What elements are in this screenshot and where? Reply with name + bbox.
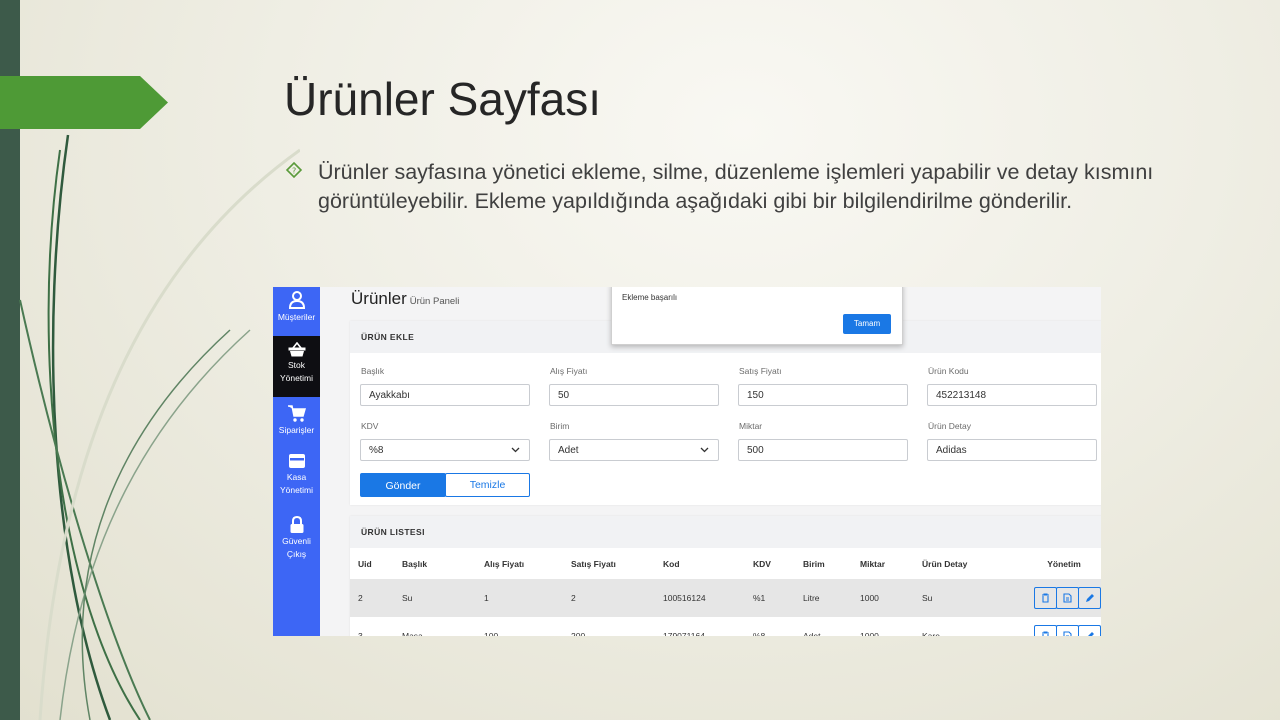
- trash-icon: [1042, 593, 1049, 603]
- table-cell: 2: [350, 579, 394, 617]
- delete-button[interactable]: [1034, 625, 1057, 636]
- unit-select-value: Adet: [558, 445, 579, 456]
- column-header: Uid: [358, 558, 372, 569]
- cart-icon: [287, 405, 306, 422]
- field-label-urun-kodu: Ürün Kodu: [928, 366, 969, 376]
- sidebar-item-stok-yonetimi[interactable]: Stok Yönetimi: [273, 336, 320, 397]
- table-cell: %8: [745, 617, 795, 636]
- unit-select[interactable]: Adet: [549, 439, 719, 461]
- sidebar-item-siparisler[interactable]: Siparişler: [273, 405, 320, 445]
- table-row: 3 Masa 100 200 179071164 %8 Adet 1000 Ka…: [350, 617, 1101, 636]
- purchase-price-input[interactable]: 50: [549, 384, 719, 406]
- slide-arrow-shape: [0, 76, 168, 129]
- column-header: Başlık: [402, 558, 428, 569]
- row-actions: [1018, 617, 1101, 636]
- table-cell: 3: [350, 617, 394, 636]
- column-header: Alış Fiyatı: [484, 558, 525, 569]
- column-header: Ürün Detay: [922, 558, 968, 569]
- sidebar-item-musteriler[interactable]: Müşteriler: [273, 291, 320, 335]
- detail-button[interactable]: [1056, 625, 1079, 636]
- main-content: Ürünler Ürün Paneli ÜRÜN EKLE Başlık Ayak…: [320, 287, 1101, 636]
- table-cell: Masa: [394, 617, 476, 636]
- sidebar-item-guvenli-cikis[interactable]: Güvenli Çıkış: [273, 516, 320, 564]
- field-label-urun-detay: Ürün Detay: [928, 421, 971, 431]
- column-header: Birim: [803, 558, 825, 569]
- chevron-down-icon: [511, 447, 520, 453]
- column-header: Yönetim: [1047, 558, 1081, 569]
- sidebar-item-label: Müşteriler: [277, 312, 316, 322]
- card-icon: [288, 454, 305, 468]
- page-title: Ürünler Ürün Paneli: [351, 289, 460, 308]
- table-cell: Su: [394, 579, 476, 617]
- success-dialog: Ekleme başarılı Tamam: [611, 287, 903, 345]
- delete-button[interactable]: [1034, 587, 1057, 609]
- table-cell: 1000: [852, 617, 914, 636]
- vat-select-value: %8: [369, 445, 384, 456]
- table-cell: 100: [476, 617, 563, 636]
- dialog-ok-button[interactable]: Tamam: [843, 314, 891, 334]
- column-header: KDV: [753, 558, 771, 569]
- field-label-alis-fiyati: Alış Fiyatı: [550, 366, 588, 376]
- clear-button[interactable]: Temizle: [445, 473, 530, 497]
- sale-price-input[interactable]: 150: [738, 384, 908, 406]
- sidebar-item-label: Siparişler: [278, 425, 315, 435]
- chevron-down-icon: [700, 447, 709, 453]
- field-label-baslik: Başlık: [361, 366, 385, 376]
- field-label-miktar: Miktar: [739, 421, 763, 431]
- table-cell: 2: [563, 579, 655, 617]
- slide-bullet-text: Ürünler sayfasına yönetici ekleme, silme…: [318, 160, 1154, 213]
- column-header: Miktar: [860, 558, 886, 569]
- table-cell: %1: [745, 579, 795, 617]
- pencil-icon: [1085, 594, 1094, 602]
- add-product-card: ÜRÜN EKLE Başlık Ayakkabı Alış Fiyatı 50…: [350, 321, 1101, 505]
- table-cell: 1: [476, 579, 563, 617]
- field-label-satis-fiyati: Satış Fiyatı: [739, 366, 782, 376]
- sidebar-item-label: Güvenli Çıkış: [282, 536, 311, 559]
- field-label-birim: Birim: [550, 421, 570, 431]
- edit-button[interactable]: [1078, 625, 1101, 636]
- vat-select[interactable]: %8: [360, 439, 530, 461]
- sidebar-item-label: Stok Yönetimi: [279, 360, 314, 383]
- product-code-input[interactable]: 452213148: [927, 384, 1097, 406]
- page-subtitle: Ürün Paneli: [409, 296, 460, 307]
- table-cell: 100516124: [655, 579, 745, 617]
- edit-button[interactable]: [1078, 587, 1101, 609]
- sidebar-item-label: Kasa Yönetimi: [279, 472, 314, 495]
- document-icon: [1063, 631, 1072, 636]
- submit-button[interactable]: Gönder: [360, 473, 446, 497]
- table-cell: Su: [914, 579, 1018, 617]
- table-cell: Adet: [795, 617, 852, 636]
- quantity-input[interactable]: 500: [738, 439, 908, 461]
- sidebar-item-kasa-yonetimi[interactable]: Kasa Yönetimi: [273, 453, 320, 501]
- svg-text:?: ?: [292, 167, 296, 176]
- dialog-message: Ekleme başarılı: [622, 293, 678, 302]
- card-header: ÜRÜN LISTESI: [350, 516, 1101, 548]
- diamond-bullet-icon: ?: [285, 161, 303, 179]
- product-list-card: ÜRÜN LISTESI Uid Başlık Alış Fiyatı Satı…: [350, 516, 1101, 636]
- detail-button[interactable]: [1056, 587, 1079, 609]
- row-actions: [1018, 579, 1101, 617]
- column-header: Kod: [663, 558, 680, 569]
- app-screenshot: Müşteriler Stok Yönetimi Siparişler Kasa…: [273, 287, 1101, 636]
- table-header-row: Uid Başlık Alış Fiyatı Satış Fiyatı Kod …: [350, 548, 1101, 579]
- table-cell: Litre: [795, 579, 852, 617]
- document-icon: [1063, 593, 1072, 603]
- table-row: 2 Su 1 2 100516124 %1 Litre 1000 Su: [350, 579, 1101, 617]
- user-icon: [288, 291, 305, 309]
- trash-icon: [1042, 631, 1049, 636]
- table-cell: 1000: [852, 579, 914, 617]
- product-table: Uid Başlık Alış Fiyatı Satış Fiyatı Kod …: [350, 548, 1101, 636]
- product-detail-input[interactable]: Adidas: [927, 439, 1097, 461]
- slide-title: Ürünler Sayfası: [284, 73, 602, 125]
- pencil-icon: [1087, 632, 1094, 636]
- table-cell: 179071164: [655, 617, 745, 636]
- basket-icon: [288, 342, 305, 357]
- table-cell: 200: [563, 617, 655, 636]
- field-label-kdv: KDV: [361, 421, 379, 431]
- lock-icon: [290, 516, 303, 533]
- column-header: Satış Fiyatı: [571, 558, 616, 569]
- title-input[interactable]: Ayakkabı: [360, 384, 530, 406]
- sidebar: Müşteriler Stok Yönetimi Siparişler Kasa…: [273, 287, 320, 636]
- table-cell: Kare: [914, 617, 1018, 636]
